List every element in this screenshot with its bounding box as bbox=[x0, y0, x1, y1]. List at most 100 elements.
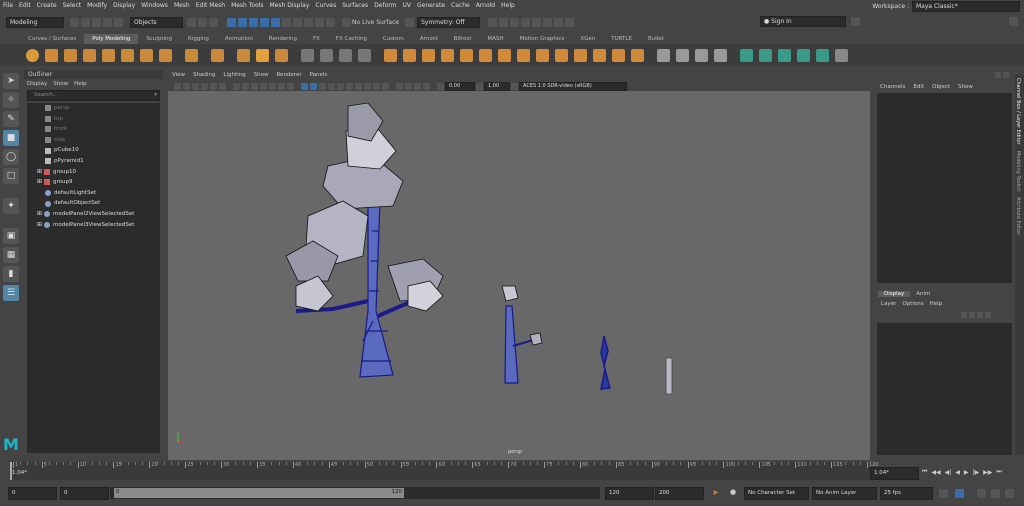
outliner-menu-display[interactable]: Display bbox=[24, 79, 50, 89]
menu-surfaces[interactable]: Surfaces bbox=[339, 0, 371, 11]
viewport-menu-panels[interactable]: Panels bbox=[306, 70, 332, 81]
connect-icon[interactable] bbox=[695, 48, 708, 62]
single-perspective-view-icon[interactable]: ▣ bbox=[3, 228, 19, 244]
render-icon[interactable] bbox=[293, 17, 302, 27]
outliner-item-group9[interactable]: ⊞ group9 bbox=[27, 177, 160, 188]
step-forward-frame-icon[interactable]: |▶ bbox=[973, 469, 980, 476]
menu-edit[interactable]: Edit bbox=[16, 0, 34, 11]
refresh-icon[interactable] bbox=[995, 72, 1001, 78]
xray-joints-icon[interactable] bbox=[414, 82, 421, 90]
triangulate-icon[interactable] bbox=[536, 48, 549, 62]
outliner-item-front[interactable]: front bbox=[27, 124, 160, 135]
exposure-field[interactable]: 0.00 bbox=[445, 81, 475, 91]
quad-draw-icon[interactable] bbox=[714, 48, 727, 62]
side-tab-modeling-toolkit[interactable]: Modeling Toolkit bbox=[1015, 148, 1021, 194]
shelf-tab-fx-caching[interactable]: FX Caching bbox=[328, 34, 375, 44]
playback-prefs-icon[interactable] bbox=[1005, 489, 1014, 498]
character-set-icon[interactable]: ● bbox=[730, 488, 736, 496]
wedge-icon[interactable] bbox=[631, 48, 644, 62]
symmetry-dropdown[interactable]: Symmetry: Off bbox=[417, 16, 481, 28]
outliner-item-modelpanel2viewselectedset[interactable]: ⊞ modelPanel2ViewSelectedSet bbox=[27, 209, 160, 220]
menu-display[interactable]: Display bbox=[110, 0, 138, 11]
image-plane-icon[interactable] bbox=[201, 82, 208, 90]
automatic-map-icon[interactable] bbox=[778, 48, 791, 62]
persp-outliner-icon[interactable]: ▮ bbox=[3, 266, 19, 282]
poly-sphere-icon[interactable] bbox=[26, 48, 39, 62]
play-backwards-icon[interactable]: ◀ bbox=[955, 469, 960, 476]
safe-action-icon[interactable] bbox=[278, 82, 285, 90]
outliner-search-input[interactable]: Search... ▾ bbox=[27, 90, 160, 101]
ambient-occlusion-icon[interactable] bbox=[355, 82, 362, 90]
poly-cone-icon[interactable] bbox=[83, 48, 96, 62]
shelf-tab-bifrost[interactable]: Bifrost bbox=[446, 34, 480, 44]
menu-create[interactable]: Create bbox=[34, 0, 60, 11]
outliner-item-defaultobjectset[interactable]: defaultObjectSet bbox=[27, 198, 160, 209]
menu-file[interactable]: File bbox=[0, 0, 16, 11]
move-layer-down-icon[interactable] bbox=[969, 312, 975, 318]
settings-icon[interactable] bbox=[1009, 17, 1018, 26]
type-text-icon[interactable] bbox=[256, 48, 269, 62]
wireframe-icon[interactable] bbox=[301, 82, 308, 90]
menu-curves[interactable]: Curves bbox=[312, 0, 339, 11]
render-settings-icon[interactable] bbox=[315, 17, 324, 27]
viewport-menu-show[interactable]: Show bbox=[250, 70, 273, 81]
outliner-item-modelpanel3viewselectedset[interactable]: ⊞ modelPanel3ViewSelectedSet bbox=[27, 220, 160, 231]
menu-generate[interactable]: Generate bbox=[414, 0, 448, 11]
paint-select-tool-icon[interactable]: ✎ bbox=[3, 111, 19, 127]
weld-icon[interactable] bbox=[593, 48, 606, 62]
toggle-panel-1-icon[interactable] bbox=[488, 17, 498, 27]
new-layer-selected-icon[interactable] bbox=[985, 312, 991, 318]
select-tool-icon[interactable]: ➤ bbox=[3, 73, 19, 89]
new-layer-icon[interactable] bbox=[977, 312, 983, 318]
toggle-panel-6-icon[interactable] bbox=[543, 17, 553, 27]
store-icon[interactable] bbox=[851, 17, 860, 26]
fps-dropdown[interactable]: 25 fps bbox=[880, 487, 933, 500]
menu-deform[interactable]: Deform bbox=[371, 0, 399, 11]
snap-curve-icon[interactable] bbox=[238, 17, 247, 27]
gamma-field[interactable]: 1.00 bbox=[484, 81, 510, 91]
time-editor-icon[interactable] bbox=[991, 489, 1000, 498]
save-scene-icon[interactable] bbox=[92, 17, 101, 27]
character-set-dropdown[interactable]: No Character Set bbox=[744, 487, 809, 500]
shelf-tab-turtle[interactable]: TURTLE bbox=[603, 34, 640, 44]
quadrangulate-icon[interactable] bbox=[555, 48, 568, 62]
live-surface-icon[interactable] bbox=[342, 17, 351, 27]
shelf-tab-fx[interactable]: FX bbox=[305, 34, 328, 44]
new-scene-icon[interactable] bbox=[70, 17, 79, 27]
toggle-panel-4-icon[interactable] bbox=[521, 17, 531, 27]
poly-pyramid-icon[interactable] bbox=[185, 48, 198, 62]
step-back-key-icon[interactable]: ◀◀ bbox=[931, 469, 940, 476]
anim-layer-dropdown[interactable]: No Anim Layer bbox=[812, 487, 877, 500]
depth-of-field-icon[interactable] bbox=[382, 82, 389, 90]
lasso-tool-icon[interactable]: ✧ bbox=[3, 92, 19, 108]
merge-icon[interactable] bbox=[479, 48, 492, 62]
color-management-icon[interactable] bbox=[511, 82, 518, 90]
anim-start-field[interactable]: 0 bbox=[60, 487, 109, 500]
loop-icon[interactable] bbox=[939, 489, 948, 498]
step-forward-key-icon[interactable]: ▶▶ bbox=[983, 469, 992, 476]
poly-cube-icon[interactable] bbox=[45, 48, 58, 62]
mirror-icon[interactable] bbox=[498, 48, 511, 62]
multi-cut-icon[interactable] bbox=[657, 48, 670, 62]
xray-components-icon[interactable] bbox=[423, 82, 430, 90]
uv-editor-icon[interactable] bbox=[740, 48, 753, 62]
chevron-down-icon[interactable]: ▾ bbox=[154, 91, 157, 100]
combine-icon[interactable] bbox=[301, 48, 314, 62]
shelf-tab-custom[interactable]: Custom bbox=[375, 34, 412, 44]
isolate-select-icon[interactable] bbox=[396, 82, 403, 90]
current-frame-field[interactable]: 1.04* bbox=[870, 467, 919, 480]
step-back-frame-icon[interactable]: ◀| bbox=[945, 469, 952, 476]
gate-mask-icon[interactable] bbox=[260, 82, 267, 90]
2d-pan-zoom-icon[interactable] bbox=[210, 82, 217, 90]
extrude-icon[interactable] bbox=[384, 48, 397, 62]
open-scene-icon[interactable] bbox=[81, 17, 90, 27]
layer-menu-layer[interactable]: Layer bbox=[878, 301, 899, 307]
layer-menu-help[interactable]: Help bbox=[927, 301, 946, 307]
viewport-menu-shading[interactable]: Shading bbox=[189, 70, 219, 81]
shelf-tab-motion-graphics[interactable]: Motion Graphics bbox=[512, 34, 573, 44]
select-hierarchy-icon[interactable] bbox=[187, 17, 196, 27]
select-component-icon[interactable] bbox=[209, 17, 218, 27]
toggle-panel-2-icon[interactable] bbox=[499, 17, 509, 27]
symmetry-icon[interactable] bbox=[405, 17, 415, 27]
snap-grid-icon[interactable] bbox=[227, 17, 236, 27]
